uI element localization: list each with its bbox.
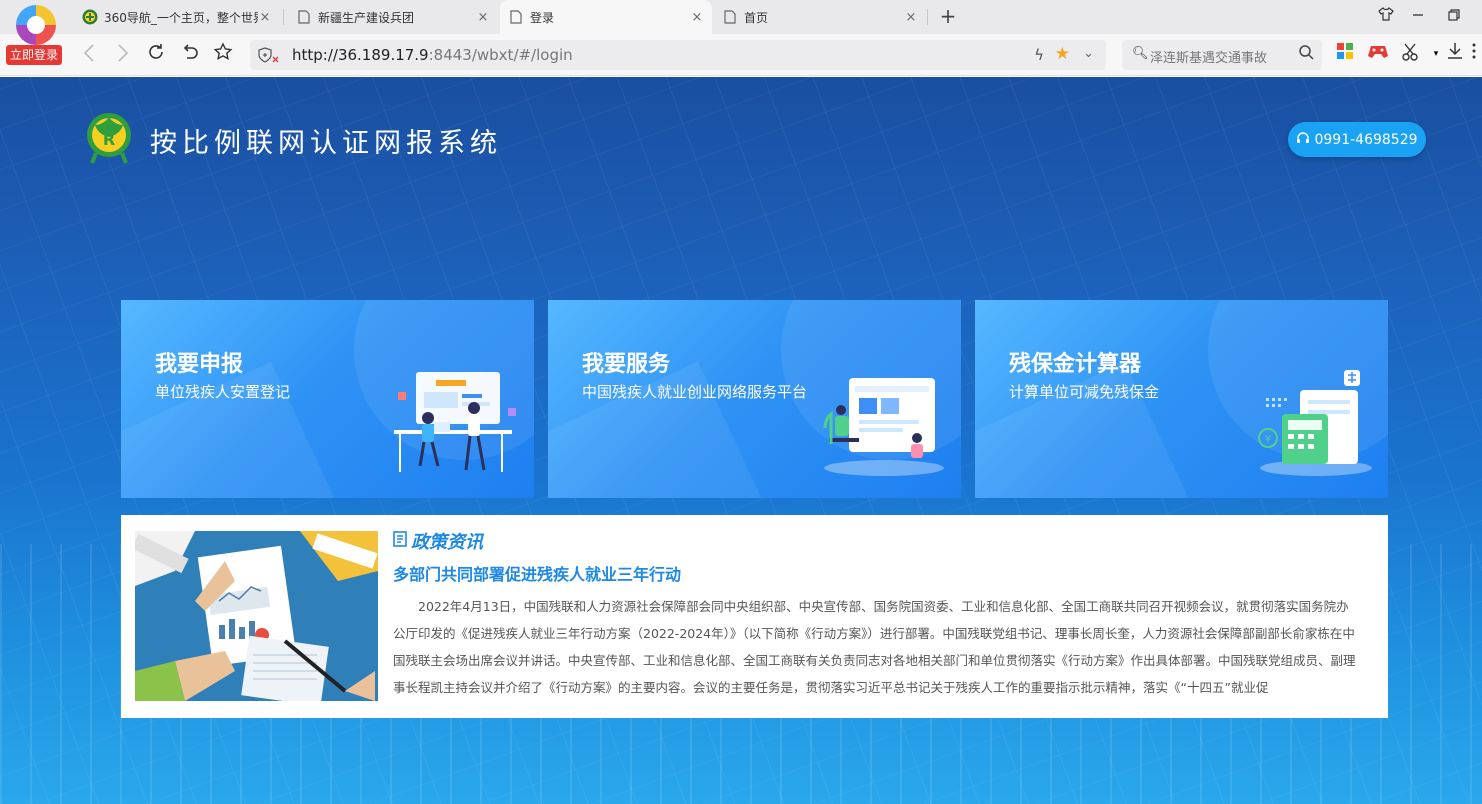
360-nav-icon <box>82 9 98 25</box>
tab-close-icon[interactable]: × <box>258 10 272 25</box>
browser-address-bar: http://36.189.17.9:8443/wbxt/#/login ϟ ★… <box>0 34 1482 76</box>
new-tab-button[interactable]: + <box>936 5 960 29</box>
url-path: :8443/wbxt/#/login <box>428 46 573 64</box>
card-calculator[interactable]: 残保金计算器 计算单位可减免残保金 ¥ <box>975 300 1388 498</box>
tab-separator <box>927 9 928 25</box>
card-title: 我要申报 <box>155 352 244 377</box>
bookmark-star-icon[interactable]: ★ <box>1055 44 1070 64</box>
login-page: R 按比例联网认证网报系统 0991-4698529 我要申报 单位残疾人安置登… <box>0 77 1482 804</box>
url-text[interactable]: http://36.189.17.9:8443/wbxt/#/login <box>292 46 573 64</box>
favorite-star-icon[interactable] <box>210 42 236 68</box>
restore-icon[interactable] <box>1440 5 1468 29</box>
svg-text:R: R <box>103 130 115 149</box>
tab-title: 新疆生产建设兵团 <box>318 10 415 25</box>
tab-title: 360导航_一个主页，整个世界 <box>104 10 258 25</box>
headset-icon <box>1296 131 1310 149</box>
card-title: 我要服务 <box>582 352 671 377</box>
minimize-icon[interactable] <box>1404 5 1432 29</box>
undo-close-icon[interactable] <box>177 42 203 68</box>
tab-separator <box>283 9 284 25</box>
card-title: 残保金计算器 <box>1009 352 1142 377</box>
tab-close-icon[interactable]: × <box>476 10 490 25</box>
card-subtitle: 计算单位可减免残保金 <box>1009 383 1160 401</box>
news-body: 2022年4月13日，中国残联和人力资源社会保障部会同中央组织部、中央宣传部、国… <box>393 599 1356 695</box>
card-service[interactable]: 我要服务 中国残疾人就业创业网络服务平台 <box>548 300 961 498</box>
tab-360-nav[interactable]: 360导航_一个主页，整个世界 × <box>74 0 280 34</box>
page-icon <box>508 9 524 25</box>
news-thumbnail[interactable] <box>135 531 378 701</box>
service-illustration-icon <box>819 368 949 478</box>
download-icon[interactable] <box>1443 42 1467 66</box>
browser-search-box[interactable]: 🔍︎ 泽连斯基遇交通事故 <box>1122 40 1322 70</box>
chevron-down-icon[interactable]: ⌄ <box>1083 46 1094 61</box>
search-icon: 🔍︎ <box>1132 46 1149 61</box>
tab-login[interactable]: 登录 × <box>500 0 712 34</box>
url-bar[interactable]: http://36.189.17.9:8443/wbxt/#/login ϟ ★… <box>250 40 1106 70</box>
calculator-illustration-icon: ¥ <box>1246 368 1376 478</box>
forward-icon[interactable] <box>110 42 136 68</box>
card-subtitle: 中国残疾人就业创业网络服务平台 <box>582 383 808 401</box>
site-title: 按比例联网认证网报系统 <box>150 128 502 159</box>
document-icon <box>393 530 407 552</box>
card-subtitle: 单位残疾人安置登记 <box>155 383 291 401</box>
menu-icon[interactable] <box>1466 42 1482 66</box>
apps-grid-icon[interactable] <box>1333 42 1357 66</box>
search-query[interactable]: 泽连斯基遇交通事故 <box>1150 47 1267 66</box>
security-shield-icon[interactable] <box>258 47 280 63</box>
tab-title: 首页 <box>744 10 769 25</box>
screenshot-scissors-icon[interactable] <box>1399 42 1423 66</box>
hotline-button[interactable]: 0991-4698529 <box>1288 122 1426 157</box>
skin-icon[interactable] <box>1372 5 1400 29</box>
hotline-number: 0991-4698529 <box>1314 131 1418 148</box>
page-icon <box>722 9 738 25</box>
search-go-icon[interactable] <box>1299 45 1314 64</box>
tab-close-icon[interactable]: × <box>904 10 918 25</box>
news-headline-link[interactable]: 多部门共同部署促进残疾人就业三年行动 <box>393 561 681 585</box>
card-declare[interactable]: 我要申报 单位残疾人安置登记 <box>121 300 534 498</box>
url-host: http://36.189.17.9 <box>292 46 429 64</box>
browser-tab-bar: 立即登录 360导航_一个主页，整个世界 × 新疆生产建设兵团 × 登录 × 首… <box>0 0 1482 65</box>
browser-logo-icon <box>16 5 56 45</box>
login-badge[interactable]: 立即登录 <box>6 45 62 65</box>
reload-icon[interactable] <box>143 42 169 68</box>
office-illustration-icon <box>392 368 522 478</box>
game-icon[interactable] <box>1366 42 1390 66</box>
speed-mode-icon[interactable]: ϟ <box>1034 46 1044 64</box>
browser-360-logo[interactable]: 立即登录 <box>6 5 62 69</box>
back-icon[interactable] <box>76 42 102 68</box>
tab-close-icon[interactable]: × <box>690 10 704 25</box>
page-icon <box>296 9 312 25</box>
policy-news-panel: 政策资讯 多部门共同部署促进残疾人就业三年行动 2022年4月13日，中国残联和… <box>121 515 1388 718</box>
section-heading: 政策资讯 <box>393 528 483 554</box>
svg-text:¥: ¥ <box>1265 434 1271 445</box>
tab-xinjiang[interactable]: 新疆生产建设兵团 × <box>288 0 498 34</box>
tab-home[interactable]: 首页 × <box>714 0 926 34</box>
section-title: 政策资讯 <box>411 532 483 553</box>
site-logo-icon: R <box>84 109 134 165</box>
tab-title: 登录 <box>530 10 555 25</box>
